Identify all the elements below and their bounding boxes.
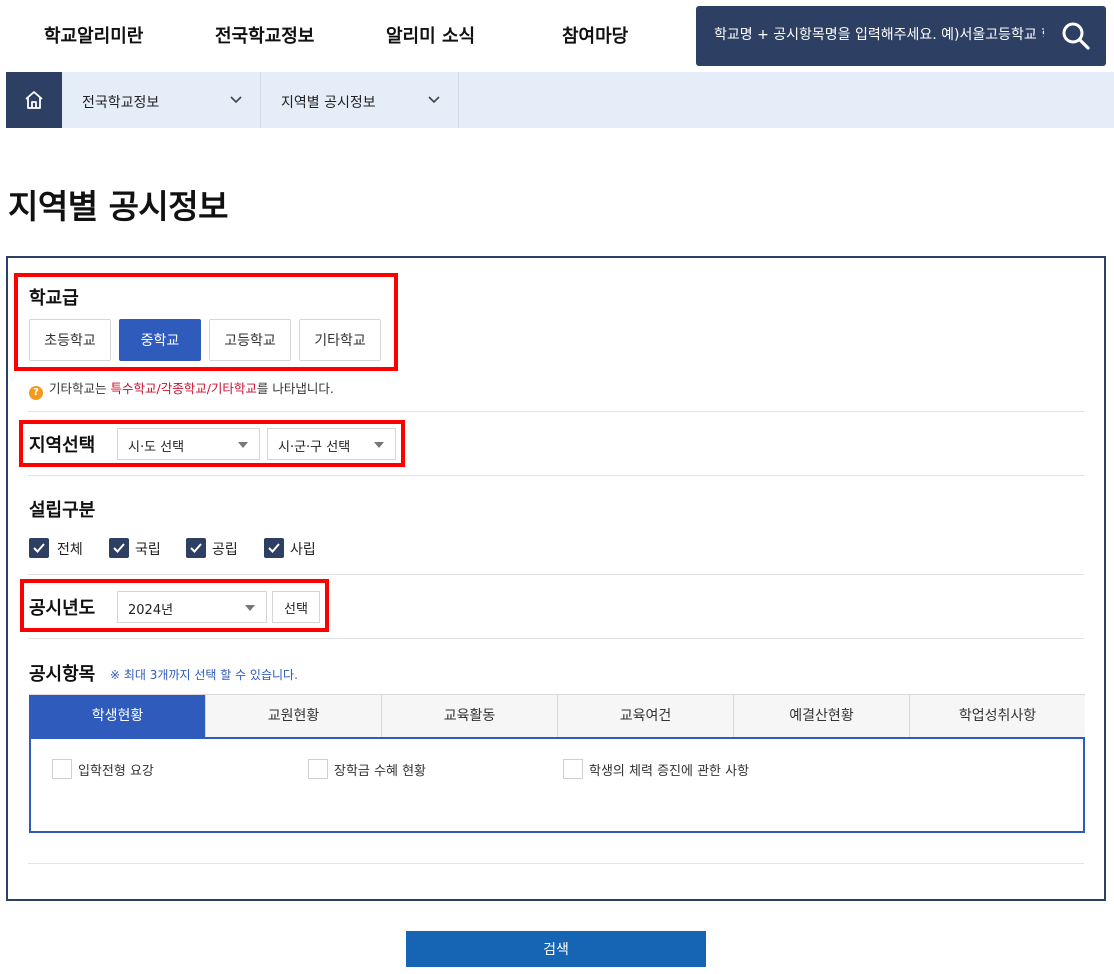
divider [28, 574, 1084, 575]
caret-down-icon [374, 442, 384, 448]
note-suffix: 를 나타냅니다. [256, 381, 334, 396]
breadcrumb: 전국학교정보 지역별 공시정보 [6, 72, 1114, 128]
sigungu-select-value: 시·군·구 선택 [278, 440, 351, 455]
tab-academic-achievement[interactable]: 학업성취사항 [909, 695, 1085, 738]
divider [28, 411, 1084, 412]
tab-education-activity[interactable]: 교육활동 [381, 695, 557, 738]
sigungu-select[interactable]: 시·군·구 선택 [267, 428, 396, 460]
founding-checkbox-private[interactable] [264, 538, 284, 558]
search-filter-panel: 학교급 초등학교 중학교 고등학교 기타학교 ? 기타학교는 특수학교/각종학교/… [6, 256, 1106, 901]
caret-down-icon [245, 605, 255, 611]
year-label: 공시년도 [29, 598, 96, 619]
sido-select[interactable]: 시·도 선택 [117, 428, 260, 460]
school-level-high-button[interactable]: 고등학교 [209, 319, 291, 361]
founding-label-national: 국립 [135, 542, 161, 558]
item-checkbox-admission[interactable] [52, 759, 72, 779]
nav-menu-about[interactable]: 학교알리미란 [44, 22, 143, 48]
nav-menu-participation[interactable]: 참여마당 [562, 22, 628, 48]
items-hint: ※ 최대 3개까지 선택 할 수 있습니다. [110, 668, 298, 682]
school-level-middle-button[interactable]: 중학교 [119, 319, 201, 361]
founding-checkbox-national[interactable] [109, 538, 129, 558]
top-navigation: 학교알리미란 전국학교정보 알리미 소식 참여마당 [0, 0, 1114, 72]
year-select-value: 2024년 [128, 603, 174, 618]
year-select-button[interactable]: 선택 [272, 591, 320, 623]
founding-label: 설립구분 [29, 500, 96, 521]
check-icon [113, 543, 125, 553]
tab-education-conditions[interactable]: 교육여건 [557, 695, 733, 738]
tab-student-status[interactable]: 학생현황 [29, 695, 205, 738]
search-icon [1062, 22, 1090, 50]
check-icon [268, 543, 280, 553]
item-tabs: 학생현황 교원현황 교육활동 교육여건 예결산현황 학업성취사항 [29, 694, 1085, 738]
item-options: 입학전형 요강 장학금 수혜 현황 학생의 체력 증진에 관한 사항 [29, 737, 1085, 833]
global-search-box [696, 6, 1106, 66]
chevron-down-icon [230, 96, 242, 104]
item-label-scholarship: 장학금 수혜 현황 [334, 764, 426, 779]
divider [28, 863, 1084, 864]
note-prefix: 기타학교는 [49, 381, 111, 396]
breadcrumb-label: 지역별 공시정보 [281, 95, 376, 111]
search-button[interactable] [1060, 20, 1092, 52]
founding-label-public: 공립 [212, 542, 238, 558]
nav-menu-school-info[interactable]: 전국학교정보 [215, 22, 314, 48]
item-checkbox-scholarship[interactable] [308, 759, 328, 779]
founding-checkbox-all[interactable] [29, 538, 49, 558]
note-highlight: 특수학교/각종학교/기타학교 [110, 381, 257, 396]
breadcrumb-dropdown-regional[interactable]: 지역별 공시정보 [261, 72, 459, 128]
divider [28, 475, 1084, 476]
home-icon [25, 91, 43, 109]
divider [28, 638, 1084, 639]
founding-label-all: 전체 [57, 542, 83, 558]
items-label: 공시항목 [29, 664, 96, 685]
school-level-other-button[interactable]: 기타학교 [299, 319, 381, 361]
breadcrumb-dropdown-school-info[interactable]: 전국학교정보 [62, 72, 261, 128]
search-submit-button[interactable]: 검색 [406, 931, 706, 967]
region-label: 지역선택 [29, 435, 96, 456]
item-label-fitness: 학생의 체력 증진에 관한 사항 [589, 764, 750, 779]
check-icon [33, 543, 45, 553]
check-icon [190, 543, 202, 553]
chevron-down-icon [428, 96, 440, 104]
item-checkbox-fitness[interactable] [563, 759, 583, 779]
sido-select-value: 시·도 선택 [128, 440, 185, 455]
item-label-admission: 입학전형 요강 [78, 764, 154, 779]
nav-menu-news[interactable]: 알리미 소식 [386, 22, 475, 48]
school-level-elementary-button[interactable]: 초등학교 [29, 319, 111, 361]
home-button[interactable] [6, 72, 62, 128]
founding-options: 전체 국립 공립 사립 [29, 538, 329, 560]
school-level-note: ? 기타학교는 특수학교/각종학교/기타학교를 나타냅니다. [29, 378, 334, 400]
tab-budget-status[interactable]: 예결산현황 [733, 695, 909, 738]
breadcrumb-label: 전국학교정보 [82, 95, 160, 111]
page-title: 지역별 공시정보 [8, 187, 229, 226]
global-search-input[interactable] [714, 22, 1044, 48]
caret-down-icon [238, 442, 248, 448]
question-icon: ? [29, 386, 43, 400]
tab-teacher-status[interactable]: 교원현황 [205, 695, 381, 738]
year-select[interactable]: 2024년 [117, 591, 267, 623]
school-level-label: 학교급 [29, 288, 79, 309]
founding-label-private: 사립 [290, 542, 316, 558]
founding-checkbox-public[interactable] [186, 538, 206, 558]
